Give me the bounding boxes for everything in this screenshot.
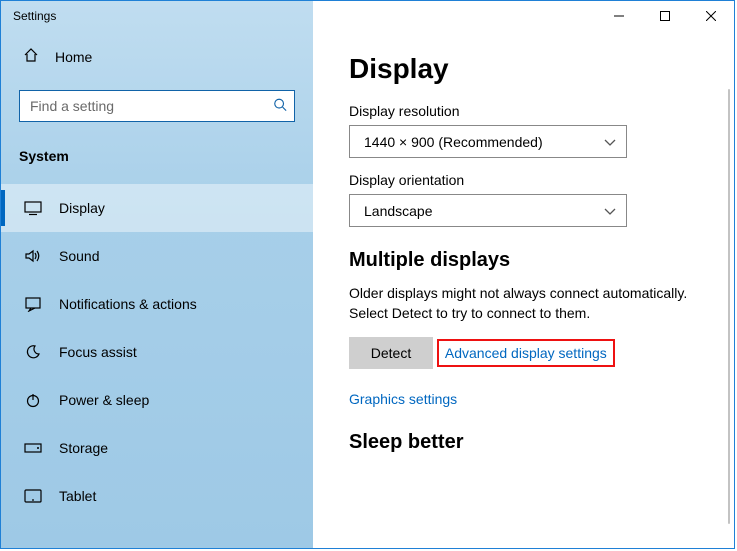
resolution-label: Display resolution: [349, 103, 706, 119]
sidebar-item-tablet[interactable]: Tablet: [1, 472, 313, 520]
multiple-displays-heading: Multiple displays: [349, 249, 706, 272]
sidebar-item-focus-assist[interactable]: Focus assist: [1, 328, 313, 376]
maximize-button[interactable]: [642, 1, 688, 31]
content-pane: Display Display resolution 1440 × 900 (R…: [313, 1, 734, 548]
search-box[interactable]: [19, 90, 295, 122]
vertical-scrollbar[interactable]: [728, 89, 730, 524]
sidebar-item-label: Power & sleep: [59, 392, 149, 408]
titlebar: Settings: [1, 1, 734, 31]
sidebar-item-label: Focus assist: [59, 344, 137, 360]
sidebar-item-power-sleep[interactable]: Power & sleep: [1, 376, 313, 424]
sleep-better-heading: Sleep better: [349, 431, 706, 454]
sidebar-category: System: [1, 130, 313, 174]
orientation-select[interactable]: Landscape: [349, 194, 627, 227]
settings-window: Settings Home: [0, 0, 735, 549]
detect-button[interactable]: Detect: [349, 337, 433, 369]
home-label: Home: [55, 49, 92, 65]
minimize-icon: [614, 11, 624, 21]
notifications-icon: [23, 296, 43, 312]
power-icon: [23, 392, 43, 408]
maximize-icon: [660, 11, 670, 21]
sidebar-item-label: Sound: [59, 248, 99, 264]
sidebar-item-storage[interactable]: Storage: [1, 424, 313, 472]
resolution-value: 1440 × 900 (Recommended): [364, 134, 543, 150]
graphics-settings-link[interactable]: Graphics settings: [349, 391, 706, 407]
close-button[interactable]: [688, 1, 734, 31]
window-controls: [596, 1, 734, 31]
home-link[interactable]: Home: [1, 35, 313, 78]
orientation-label: Display orientation: [349, 172, 706, 188]
orientation-value: Landscape: [364, 203, 433, 219]
sound-icon: [23, 248, 43, 264]
tablet-icon: [23, 489, 43, 503]
monitor-icon: [23, 200, 43, 216]
sidebar-item-display[interactable]: Display: [1, 184, 313, 232]
sidebar: Home System Display Sound: [1, 1, 313, 548]
search-icon: [273, 98, 287, 115]
sidebar-item-label: Display: [59, 200, 105, 216]
sidebar-item-label: Notifications & actions: [59, 296, 197, 312]
sidebar-item-label: Storage: [59, 440, 108, 456]
resolution-select[interactable]: 1440 × 900 (Recommended): [349, 125, 627, 158]
multiple-displays-desc: Older displays might not always connect …: [349, 284, 706, 323]
storage-icon: [23, 442, 43, 454]
sidebar-item-sound[interactable]: Sound: [1, 232, 313, 280]
search-input[interactable]: [19, 90, 295, 122]
close-icon: [706, 11, 716, 21]
chevron-down-icon: [604, 203, 616, 219]
minimize-button[interactable]: [596, 1, 642, 31]
sidebar-menu: Display Sound Notifications & actions Fo…: [1, 174, 313, 520]
home-icon: [23, 47, 39, 66]
page-title: Display: [349, 53, 706, 85]
sidebar-item-notifications[interactable]: Notifications & actions: [1, 280, 313, 328]
moon-icon: [23, 344, 43, 360]
chevron-down-icon: [604, 134, 616, 150]
sidebar-item-label: Tablet: [59, 488, 96, 504]
window-title: Settings: [1, 9, 56, 23]
advanced-display-settings-link[interactable]: Advanced display settings: [437, 339, 615, 367]
